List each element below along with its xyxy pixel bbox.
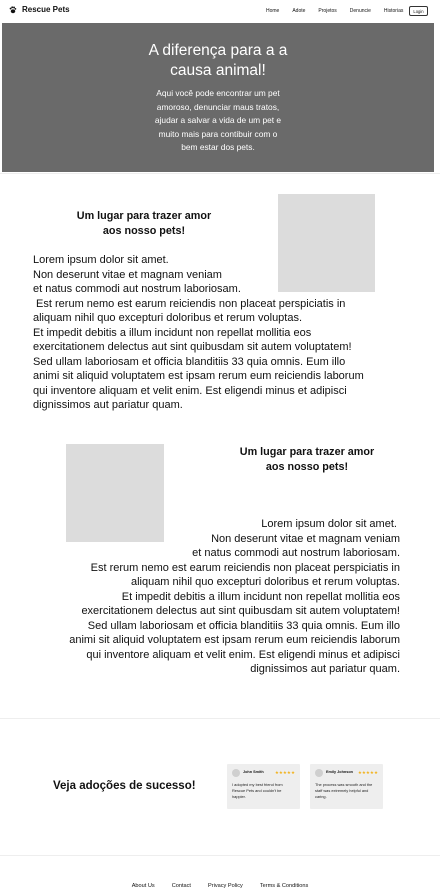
hero-text-line: bem estar dos pets. (181, 142, 255, 152)
section2-body-line: Est rerum nemo est earum reiciendis non … (90, 561, 400, 574)
login-button[interactable]: Login (409, 6, 428, 16)
hero-description: Aqui você pode encontrar um pet amoroso,… (139, 87, 297, 155)
star-rating-icon: ★★★★★ (357, 769, 378, 775)
section2-body: Lorem ipsum dolor sit amet. Non deserunt… (69, 517, 400, 677)
avatar (315, 769, 323, 777)
avatar (232, 769, 240, 777)
nav-link-projetos[interactable]: Projetos (318, 8, 336, 14)
footer-link-terms[interactable]: Terms & Conditions (260, 883, 309, 889)
section1-body-line: Lorem ipsum dolor sit amet. (33, 254, 169, 266)
section1-body-line: Est rerum nemo est earum reiciendis non … (33, 297, 346, 310)
section2-body-line: aliquam nihil quo excepturi doloribus et… (130, 576, 400, 588)
section2-body-line: qui inventore aliquam et velit enim. Est… (86, 648, 400, 661)
section2-body-line: Sed ullam laboriosam et officia blanditi… (87, 619, 400, 632)
hero-banner: A diferença para a a causa animal! Aqui … (2, 23, 434, 172)
footer: About Us Contact Privacy Policy Terms & … (0, 883, 440, 889)
brand[interactable]: Rescue Pets (9, 5, 70, 14)
testimonial-author: John Smith (243, 770, 264, 774)
hero-title-line: A diferença para a a (148, 42, 288, 59)
testimonial-text: The process was smooth and the staff was… (315, 782, 373, 799)
section1-title: Um lugar para trazer amor aos nosso pets… (60, 209, 228, 239)
hero-text-line: ajudar a salvar a vida de um pet e (154, 115, 282, 125)
testimonial-author: Emily Johnson (326, 770, 354, 774)
section1-body-line: aliquam nihil quo excepturi doloribus et… (33, 312, 303, 324)
nav-link-adote[interactable]: Adote (292, 8, 305, 14)
testimonial-text: I adopted my best friend from Rescue Pet… (232, 782, 283, 799)
section1-body: Lorem ipsum dolor sit amet. Non deserunt… (33, 253, 364, 413)
brand-name: Rescue Pets (22, 5, 70, 14)
footer-link-privacy[interactable]: Privacy Policy (208, 883, 243, 889)
nav-link-historias[interactable]: Historias (384, 8, 403, 14)
testimonials-title: Veja adoções de sucesso! (53, 780, 196, 792)
section-divider (0, 855, 440, 856)
section2-title-line: aos nosso pets! (265, 461, 349, 473)
section1-body-line: Non deserunt vitae et magnam veniam (33, 268, 222, 281)
nav-link-home[interactable]: Home (266, 8, 279, 14)
paw-icon (9, 5, 17, 13)
section1-title-line: Um lugar para trazer amor (76, 210, 212, 222)
navbar: Rescue Pets Home Adote Projetos Denuncie… (0, 0, 440, 23)
section-divider (0, 718, 440, 719)
section1-body-line: dignissimos aut pariatur quam. (33, 399, 183, 411)
testimonial-card: John Smith ★★★★★ I adopted my best frien… (227, 764, 300, 809)
section1-body-line: Et impedit debitis a illum incidunt non … (33, 326, 312, 339)
section2-body-line: Non deserunt vitae et magnam veniam (211, 532, 400, 545)
section1-body-line: qui inventore aliquam et velit enim. Est… (33, 384, 347, 397)
section1-body-line: et natus commodi aut nostrum laboriosam. (33, 283, 241, 295)
section2-body-line: exercitationem delectus aut sint quibusd… (81, 605, 400, 617)
section2-body-line: animi sit aliquid voluptatem est ipsam r… (69, 634, 400, 646)
hero-text-line: amoroso, denunciar maus tratos, (156, 101, 280, 112)
section2-title: Um lugar para trazer amor aos nosso pets… (225, 445, 389, 475)
section1-body-line: animi sit aliquid voluptatem est ipsam r… (33, 370, 364, 382)
section2-title-line: Um lugar para trazer amor (239, 446, 375, 458)
footer-link-contact[interactable]: Contact (172, 883, 191, 889)
section1-body-line: exercitationem delectus aut sint quibusd… (33, 341, 352, 353)
star-rating-icon: ★★★★★ (274, 769, 295, 775)
section2-body-line: dignissimos aut pariatur quam. (250, 663, 400, 675)
testimonial-card: Emily Johnson ★★★★★ The process was smoo… (310, 764, 383, 809)
nav-link-denuncie[interactable]: Denuncie (350, 8, 371, 14)
hero-text-line: Aqui você pode encontrar um pet (156, 88, 280, 98)
hero-text-line: muito mais para contibuir com o (158, 128, 278, 139)
section2-body-line: Lorem ipsum dolor sit amet. (261, 518, 400, 530)
section1-title-line: aos nosso pets! (102, 225, 186, 237)
nav-links: Home Adote Projetos Denuncie Historias (266, 8, 416, 14)
section-divider (0, 173, 440, 174)
hero-title-line: causa animal! (170, 62, 266, 79)
section2-body-line: et natus commodi aut nostrum laboriosam. (192, 547, 400, 559)
hero-title: A diferença para a a causa animal! (2, 41, 434, 81)
section2-body-line: Et impedit debitis a illum incidunt non … (121, 590, 400, 603)
section1-body-line: Sed ullam laboriosam et officia blanditi… (33, 355, 346, 368)
footer-link-about[interactable]: About Us (132, 883, 155, 889)
